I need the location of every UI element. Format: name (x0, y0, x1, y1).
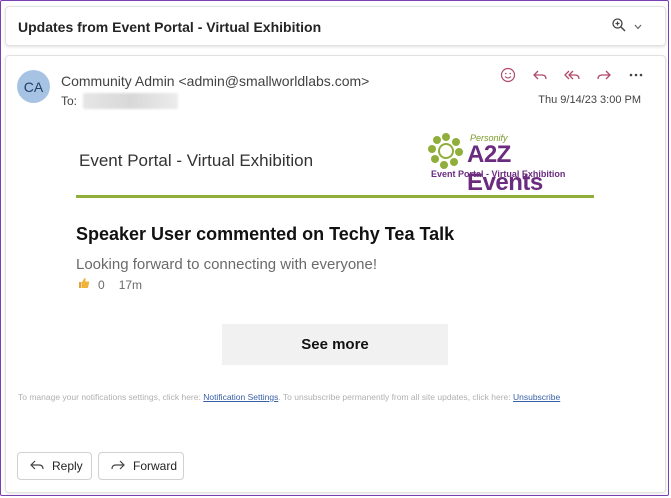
forward-label: Forward (133, 459, 178, 473)
email-footer: To manage your notifications settings, c… (18, 392, 560, 402)
reply-icon[interactable] (531, 66, 549, 84)
zoom-control[interactable] (611, 17, 643, 38)
avatar: CA (17, 70, 50, 103)
to-label: To: (61, 94, 78, 108)
post-meta: 0 17m (78, 277, 142, 292)
reply-button[interactable]: Reply (17, 452, 92, 480)
notification-settings-link[interactable]: Notification Settings (203, 392, 278, 402)
logo-mark-icon (428, 133, 463, 169)
footer-text-middle: . To unsubscribe permanently from all si… (278, 392, 513, 402)
reply-arrow-icon (30, 459, 44, 474)
see-more-button[interactable]: See more (222, 324, 448, 365)
emoji-icon[interactable] (499, 66, 517, 84)
email-subject: Updates from Event Portal - Virtual Exhi… (18, 19, 322, 35)
unsubscribe-link[interactable]: Unsubscribe (513, 392, 560, 402)
forward-icon[interactable] (595, 66, 613, 84)
recipients-row: To: (61, 93, 179, 109)
forward-button[interactable]: Forward (98, 452, 184, 480)
reply-all-icon[interactable] (563, 66, 581, 84)
more-icon[interactable] (627, 66, 645, 84)
a2z-events-logo: Personify A2Z Events Event Portal - Virt… (426, 131, 590, 196)
banner-title: Event Portal - Virtual Exhibition (79, 151, 314, 170)
zoom-in-icon[interactable] (611, 17, 627, 38)
logo-subtitle-text: Event Portal - Virtual Exhibition (431, 169, 566, 179)
forward-arrow-icon (111, 459, 125, 474)
post-title: Speaker User commented on Techy Tea Talk (76, 224, 455, 244)
like-count-group: 0 (78, 277, 105, 292)
thumbs-up-icon (78, 277, 90, 292)
banner-divider (76, 195, 594, 198)
sender[interactable]: Community Admin <admin@smallworldlabs.co… (61, 73, 369, 89)
post-age: 17m (118, 277, 143, 292)
footer-text-before: To manage your notifications settings, c… (18, 392, 204, 402)
redacted-recipient (83, 93, 179, 109)
like-count: 0 (98, 277, 105, 292)
chevron-down-icon[interactable] (633, 19, 643, 37)
post-body: Looking forward to connecting with every… (76, 256, 378, 273)
reply-label: Reply (52, 459, 83, 473)
subject-bar: Updates from Event Portal - Virtual Exhi… (5, 6, 666, 46)
message-actions (499, 66, 645, 84)
email-banner: Event Portal - Virtual Exhibition Person… (76, 126, 594, 198)
sent-date: Thu 9/14/23 3:00 PM (538, 94, 641, 106)
message-card: CA Community Admin <admin@smallworldlabs… (5, 55, 666, 493)
